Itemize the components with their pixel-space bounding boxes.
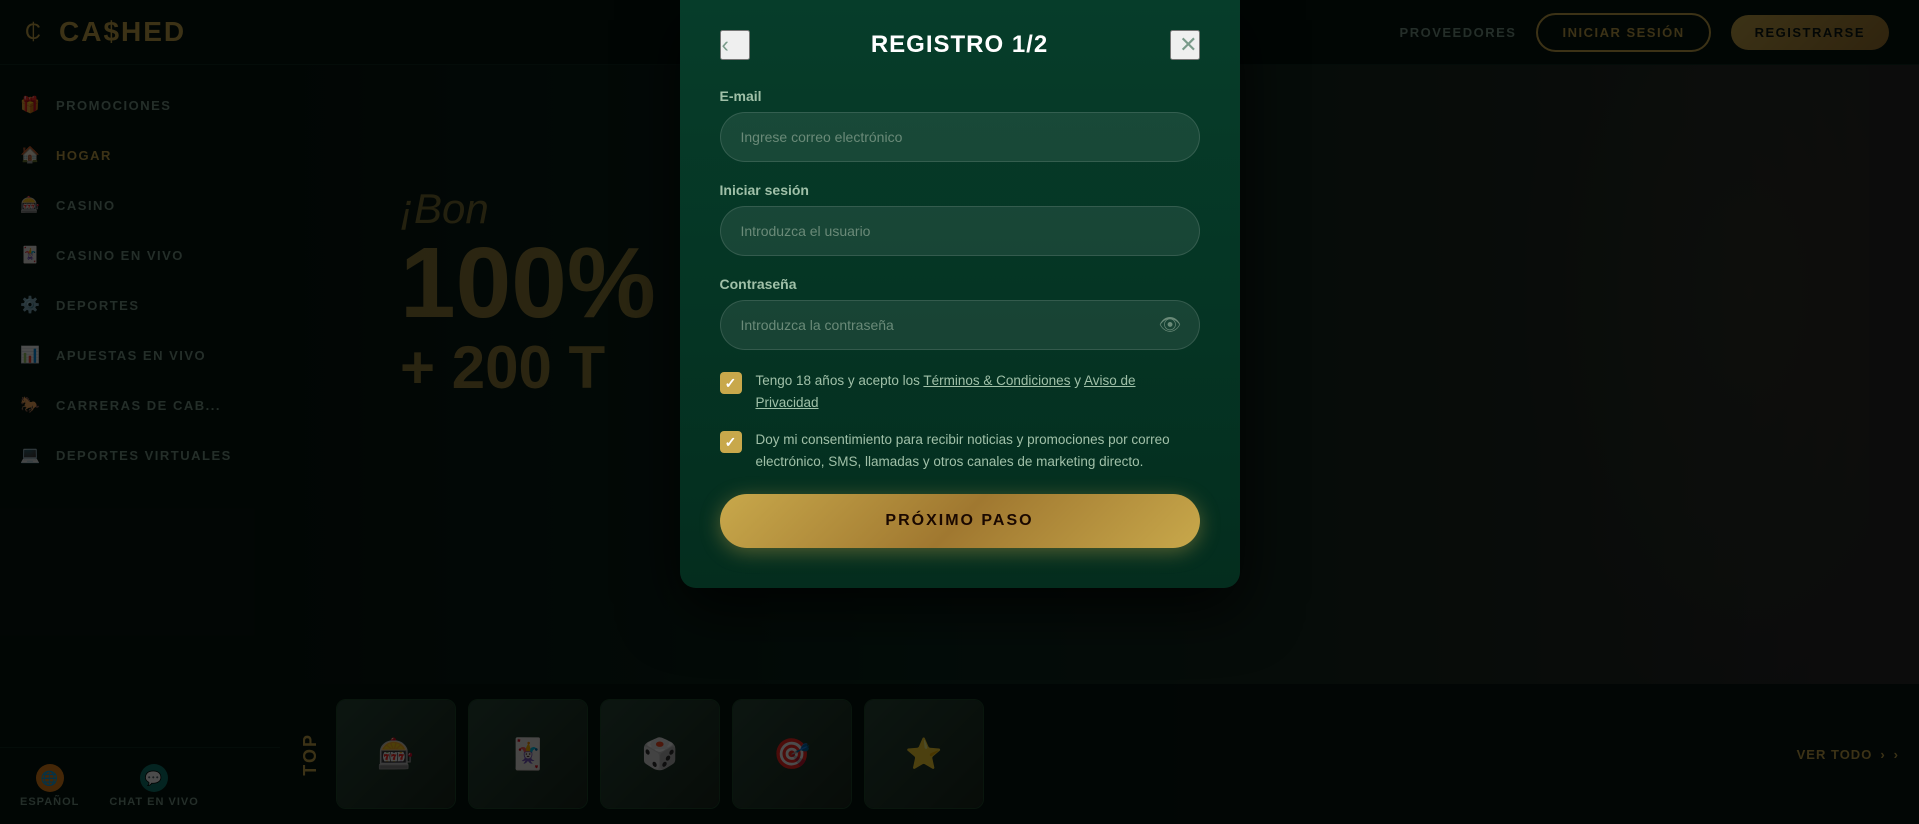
marketing-text: Doy mi consentimiento para recibir notic… [756,429,1200,472]
modal-title-step: /2 [1026,31,1048,58]
terms-text: Tengo 18 años y acepto los Términos & Co… [756,370,1200,413]
password-input[interactable] [720,300,1200,350]
toggle-password-icon[interactable]: 👁 [1159,315,1182,336]
email-form-group: E-mail [720,88,1200,162]
email-label: E-mail [720,88,1200,104]
username-label: Iniciar sesión [720,182,1200,198]
terms-and: y [1070,373,1084,388]
modal-back-button[interactable]: ‹ [720,30,750,60]
modal-title-text: REGISTRO 1 [871,31,1026,58]
password-form-group: Contraseña 👁 [720,276,1200,350]
submit-button[interactable]: PRÓXIMO PASO [720,494,1200,548]
close-icon: ✕ [1179,32,1197,58]
marketing-checkbox[interactable] [720,431,742,453]
username-form-group: Iniciar sesión [720,182,1200,256]
checkbox-group: Tengo 18 años y acepto los Términos & Co… [720,370,1200,472]
terms-checkbox-item: Tengo 18 años y acepto los Términos & Co… [720,370,1200,413]
modal-close-button[interactable]: ✕ [1170,30,1200,60]
email-input[interactable] [720,112,1200,162]
back-icon: ‹ [722,32,729,58]
username-input[interactable] [720,206,1200,256]
marketing-checkbox-item: Doy mi consentimiento para recibir notic… [720,429,1200,472]
terms-checkbox[interactable] [720,372,742,394]
registration-modal: ‹ REGISTRO 1/2 ✕ E-mail Iniciar sesión C… [680,0,1240,588]
password-label: Contraseña [720,276,1200,292]
modal-header: ‹ REGISTRO 1/2 ✕ [720,30,1200,60]
terms-link[interactable]: Términos & Condiciones [923,373,1070,388]
password-input-wrapper: 👁 [720,300,1200,350]
modal-title: REGISTRO 1/2 [871,31,1048,59]
terms-prefix: Tengo 18 años y acepto los [756,373,924,388]
modal-overlay: ‹ REGISTRO 1/2 ✕ E-mail Iniciar sesión C… [0,0,1919,824]
